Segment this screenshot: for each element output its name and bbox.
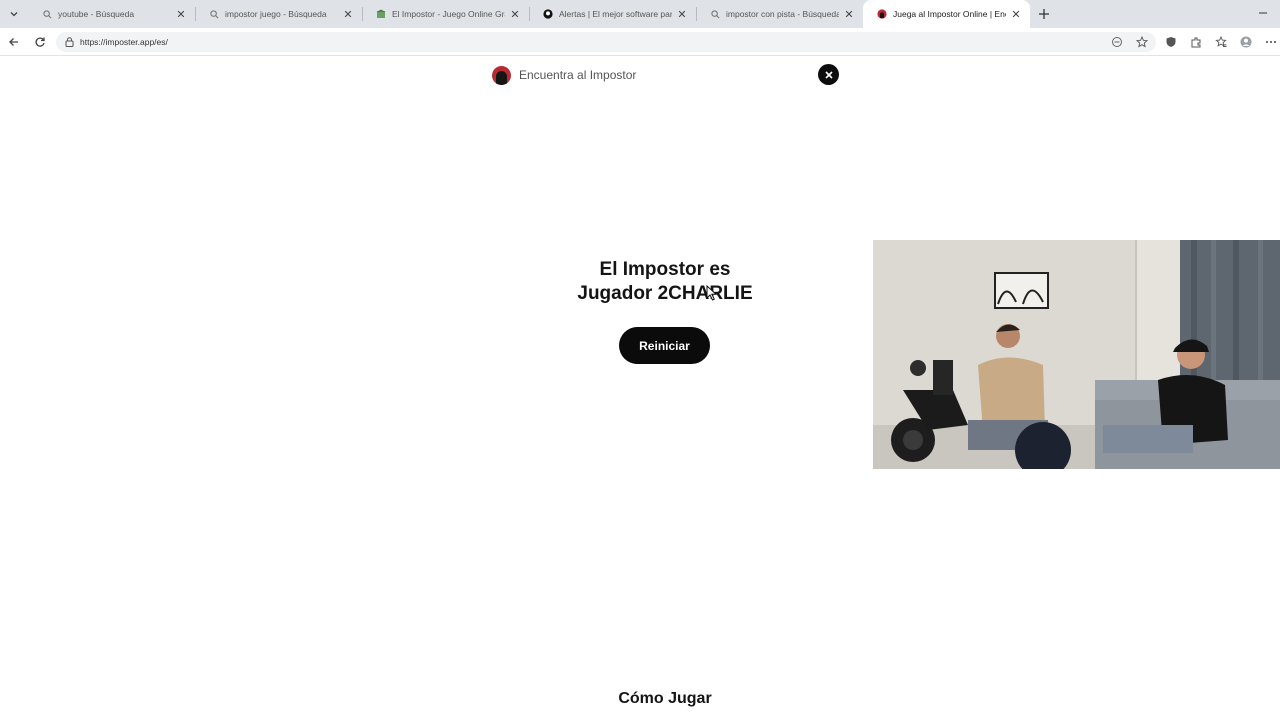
impostor-logo-icon: [492, 65, 511, 85]
search-icon: [209, 9, 219, 19]
close-icon[interactable]: ✕: [1010, 8, 1022, 21]
browser-toolbar: https://imposter.app/es/: [0, 28, 1280, 56]
search-icon: [710, 9, 720, 19]
tab-title: impostor juego - Búsqueda: [225, 9, 327, 19]
address-bar[interactable]: https://imposter.app/es/: [56, 31, 1156, 52]
more-menu-icon[interactable]: [1262, 33, 1279, 50]
site-icon: [376, 9, 386, 19]
webcam-video-overlay: [873, 240, 1280, 469]
mouse-cursor-icon: [706, 285, 718, 301]
tab-title: youtube - Búsqueda: [58, 9, 135, 19]
back-button[interactable]: [2, 30, 26, 54]
url-text: https://imposter.app/es/: [80, 36, 168, 47]
result-panel: El Impostor es Jugador 2CHARLIE: [520, 258, 810, 306]
close-icon[interactable]: ✕: [342, 8, 354, 21]
tab-title: Alertas | El mejor software para po: [559, 9, 672, 19]
restart-button[interactable]: Reiniciar: [619, 327, 710, 364]
close-icon[interactable]: ✕: [509, 8, 521, 21]
reload-button[interactable]: [28, 30, 52, 54]
close-game-button[interactable]: [818, 64, 839, 85]
browser-tab-3[interactable]: El Impostor - Juego Online Gratis c ✕: [362, 0, 529, 28]
chevron-down-icon: [10, 12, 18, 17]
tab-search-menu-button[interactable]: [0, 0, 28, 28]
impostor-icon: [877, 9, 887, 19]
browser-tab-2[interactable]: impostor juego - Búsqueda ✕: [195, 0, 362, 28]
tab-title: impostor con pista - Búsqueda: [726, 9, 839, 19]
extensions-icon[interactable]: [1187, 33, 1204, 50]
new-tab-button[interactable]: [1030, 0, 1058, 28]
site-header: Encuentra al Impostor: [492, 65, 636, 85]
tab-title: El Impostor - Juego Online Gratis c: [392, 9, 505, 19]
plus-icon: [1039, 9, 1049, 19]
page-content: Encuentra al Impostor El Impostor es Jug…: [0, 57, 1280, 720]
star-icon[interactable]: [1133, 33, 1150, 50]
favorites-icon[interactable]: [1212, 33, 1229, 50]
reload-icon: [35, 37, 45, 47]
browser-tab-4[interactable]: Alertas | El mejor software para po ✕: [529, 0, 696, 28]
result-heading: El Impostor es: [599, 259, 731, 280]
how-to-play-heading: Cómo Jugar: [618, 690, 712, 707]
minimize-icon: [1259, 12, 1267, 14]
reader-mode-icon[interactable]: [1108, 33, 1125, 50]
profile-avatar-icon[interactable]: [1237, 33, 1254, 50]
browser-tab-6-active[interactable]: Juega al Impostor Online | Encuent ✕: [863, 0, 1030, 28]
close-icon: [824, 70, 833, 79]
browser-tab-1[interactable]: youtube - Búsqueda ✕: [28, 0, 195, 28]
lock-icon: [64, 36, 74, 47]
close-icon[interactable]: ✕: [843, 8, 855, 21]
browser-tab-5[interactable]: impostor con pista - Búsqueda ✕: [696, 0, 863, 28]
close-icon[interactable]: ✕: [175, 8, 187, 21]
shield-icon[interactable]: [1162, 33, 1179, 50]
site-title: Encuentra al Impostor: [519, 68, 637, 82]
impostor-player-name: Jugador 2CHARLIE: [577, 283, 753, 304]
search-icon: [42, 9, 52, 19]
github-icon: [543, 9, 553, 19]
minimize-window-button[interactable]: [1256, 6, 1270, 20]
tab-title: Juega al Impostor Online | Encuent: [893, 9, 1006, 19]
close-icon[interactable]: ✕: [676, 8, 688, 21]
arrow-left-icon: [9, 37, 18, 46]
webcam-video-image: [873, 240, 1280, 469]
browser-tab-bar: youtube - Búsqueda ✕ impostor juego - Bú…: [0, 0, 1280, 28]
